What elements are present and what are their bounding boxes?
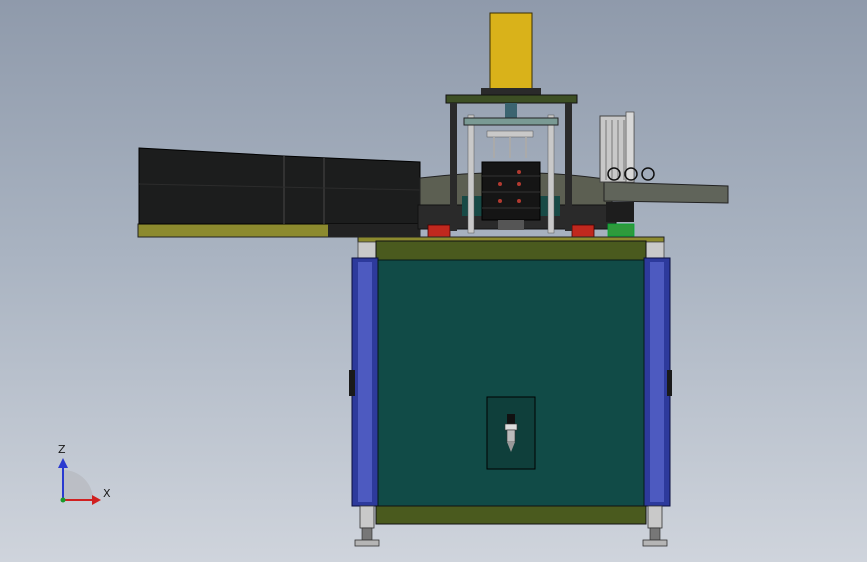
cabinet-bottom-rail — [375, 505, 647, 525]
fitting-ring-3 — [641, 167, 655, 181]
machine-cabinet[interactable] — [349, 240, 672, 547]
triad-origin — [60, 497, 66, 503]
feed-conveyor[interactable] — [137, 147, 421, 238]
top-right-bracket — [645, 241, 665, 261]
conveyor-housing — [138, 147, 421, 225]
left-hinge — [349, 370, 355, 396]
red-sensor-left — [427, 224, 451, 238]
die-bolt-5 — [517, 199, 521, 203]
press-cylinder — [489, 12, 533, 91]
die-bolt-3 — [517, 182, 521, 186]
frame-post-left — [450, 103, 457, 231]
right-post-highlight — [650, 262, 664, 502]
guide-rod-left — [467, 114, 475, 234]
triad-plane — [63, 470, 93, 500]
guide-rod-right — [547, 114, 555, 234]
piston-rod — [505, 103, 517, 119]
right-hinge — [667, 370, 672, 396]
die-bolt-2 — [517, 170, 521, 174]
top-left-bracket — [357, 241, 377, 261]
press-head-plate — [463, 117, 559, 126]
outfeed-bracket — [606, 202, 634, 222]
frame-post-right — [565, 103, 572, 231]
cabinet-top-rail — [375, 240, 647, 261]
handle-body — [506, 429, 516, 443]
die-base — [498, 220, 524, 230]
machine-assembly-model[interactable] — [0, 0, 867, 562]
outfeed-rail — [603, 181, 729, 204]
red-sensor-right — [571, 224, 595, 238]
die-bolt-1 — [498, 182, 502, 186]
left-post-highlight — [358, 262, 372, 502]
conveyor-end-block — [328, 224, 420, 237]
x-axis-arrow-icon — [92, 495, 101, 505]
z-axis-arrow-icon — [58, 458, 68, 468]
x-axis-label: X — [103, 487, 111, 500]
die-block — [481, 161, 541, 221]
green-sensor — [607, 223, 635, 237]
z-axis-label: Z — [58, 443, 66, 456]
left-leveling-foot — [354, 505, 380, 547]
filter-cylinder — [625, 111, 635, 183]
cad-viewport[interactable]: Z X — [0, 0, 867, 562]
die-bolt-4 — [498, 199, 502, 203]
handle-collar — [504, 423, 518, 431]
right-leveling-foot — [642, 505, 668, 547]
top-plate — [445, 94, 578, 104]
outfeed-arm[interactable] — [599, 111, 729, 222]
orientation-triad — [58, 458, 101, 505]
handle-cap — [507, 414, 515, 424]
press-tooling — [486, 130, 534, 138]
